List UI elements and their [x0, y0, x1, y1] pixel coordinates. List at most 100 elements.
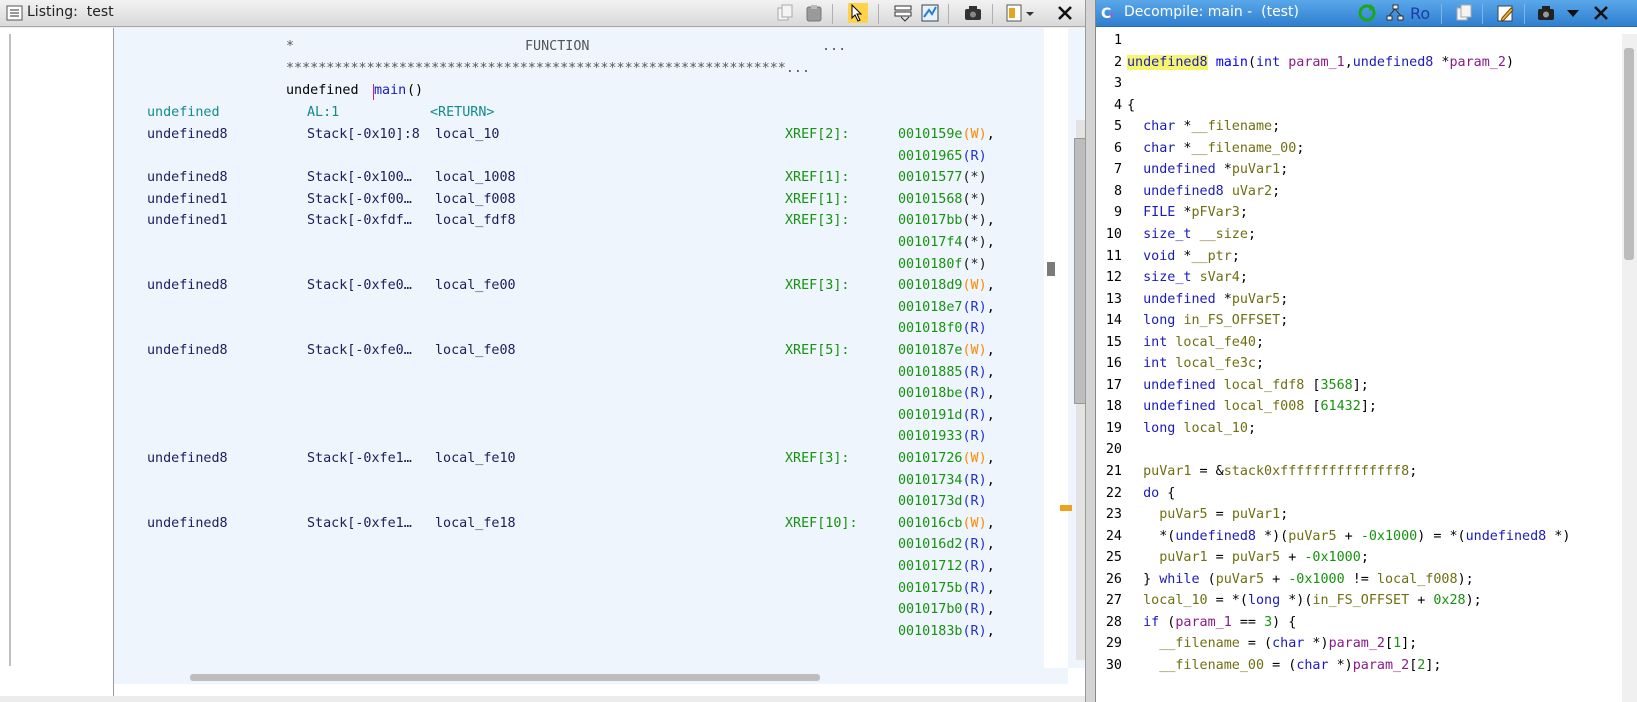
code-text[interactable]: size_t __size; — [1127, 224, 1256, 246]
code-text[interactable]: puVar5 = puVar1; — [1127, 504, 1288, 526]
function-graph-icon[interactable] — [1385, 3, 1405, 23]
xref-address[interactable]: 00101734(R), — [898, 470, 995, 492]
xref-address[interactable]: 001018be(R), — [898, 383, 995, 405]
code-text[interactable]: void *__ptr; — [1127, 246, 1240, 268]
code-text[interactable]: } while (puVar5 + -0x1000 != local_f008)… — [1127, 569, 1474, 591]
xref-continuation-row[interactable]: 00101933(R) — [114, 426, 1044, 448]
code-text[interactable]: local_10 = *(long *)(in_FS_OFFSET + 0x28… — [1127, 590, 1482, 612]
layout-options-icon[interactable] — [1005, 3, 1025, 23]
code-text[interactable]: char *__filename; — [1127, 116, 1280, 138]
code-line[interactable]: 6 char *__filename_00; — [1096, 138, 1637, 160]
code-text[interactable]: *(undefined8 *)(puVar5 + -0x1000) = *(un… — [1127, 526, 1570, 548]
xref-label[interactable]: XREF[3]: — [785, 210, 850, 232]
xref-continuation-row[interactable]: 00101885(R), — [114, 362, 1044, 384]
close-icon[interactable] — [1055, 3, 1075, 23]
code-text[interactable]: undefined *puVar5; — [1127, 289, 1288, 311]
code-line[interactable]: 14 long in_FS_OFFSET; — [1096, 310, 1637, 332]
code-text[interactable]: int local_fe40; — [1127, 332, 1264, 354]
snapshot-camera-icon[interactable] — [1536, 3, 1556, 23]
decompile-vscroll-thumb[interactable] — [1624, 48, 1634, 260]
code-line[interactable]: 10 size_t __size; — [1096, 224, 1637, 246]
xref-label[interactable]: XREF[1]: — [785, 189, 850, 211]
code-text[interactable]: long in_FS_OFFSET; — [1127, 310, 1288, 332]
code-text[interactable]: FILE *pFVar3; — [1127, 202, 1248, 224]
xref-address[interactable]: 001018f0(R) — [898, 318, 987, 340]
xref-address[interactable]: 0010183b(R), — [898, 621, 995, 643]
xref-continuation-row[interactable]: 001018f0(R) — [114, 318, 1044, 340]
xref-continuation-row[interactable]: 00101734(R), — [114, 470, 1044, 492]
code-line[interactable]: 25 puVar1 = puVar5 + -0x1000; — [1096, 547, 1637, 569]
code-line[interactable]: 17 undefined local_fdf8 [3568]; — [1096, 375, 1637, 397]
xref-continuation-row[interactable]: 001016d2(R), — [114, 534, 1044, 556]
code-line[interactable]: 8 undefined8 uVar2; — [1096, 181, 1637, 203]
xref-address[interactable]: 00101965(R) — [898, 146, 987, 168]
code-line[interactable]: 16 int local_fe3c; — [1096, 353, 1637, 375]
xref-label[interactable]: XREF[5]: — [785, 340, 850, 362]
code-line[interactable]: 3 — [1096, 73, 1637, 95]
xref-address[interactable]: 001017b0(R), — [898, 599, 995, 621]
chevron-down-icon[interactable] — [1566, 3, 1580, 23]
chevron-down-icon[interactable] — [1025, 3, 1035, 23]
variable-row[interactable]: undefined8 Stack[-0xfe0… local_fe08 XREF[5]… — [114, 340, 1044, 362]
xref-address[interactable]: 001017f4(*), — [898, 232, 995, 254]
code-line[interactable]: 30 __filename_00 = (char *)param_2[2]; — [1096, 655, 1637, 677]
code-text[interactable]: undefined local_fdf8 [3568]; — [1127, 375, 1369, 397]
xref-continuation-row[interactable]: 0010173d(R) — [114, 491, 1044, 513]
code-line[interactable]: 26 } while (puVar5 + -0x1000 != local_f0… — [1096, 569, 1637, 591]
code-line[interactable]: 9 FILE *pFVar3; — [1096, 202, 1637, 224]
variable-row[interactable]: undefined1 Stack[-0xf00… local_f008 XREF[1]… — [114, 189, 1044, 211]
xref-continuation-row[interactable]: 00101965(R) — [114, 146, 1044, 168]
xref-continuation-row[interactable]: 0010175b(R), — [114, 578, 1044, 600]
listing-hscroll-thumb[interactable] — [190, 674, 820, 681]
code-text[interactable]: { — [1127, 95, 1135, 117]
code-text[interactable]: puVar1 = puVar5 + -0x1000; — [1127, 547, 1369, 569]
xref-address[interactable]: 00101712(R), — [898, 556, 995, 578]
code-text[interactable]: puVar1 = &stack0xfffffffffffffff8; — [1127, 461, 1417, 483]
xref-address[interactable]: 0010173d(R) — [898, 491, 987, 513]
variable-row[interactable]: undefined8 Stack[-0x100… local_1008 XREF[1]… — [114, 167, 1044, 189]
edit-fields-icon[interactable] — [893, 3, 913, 23]
xref-address[interactable]: 0010180f(*) — [898, 254, 987, 276]
code-line[interactable]: 23 puVar5 = puVar1; — [1096, 504, 1637, 526]
code-text[interactable]: int local_fe3c; — [1127, 353, 1264, 375]
xref-continuation-row[interactable]: 001018e7(R), — [114, 297, 1044, 319]
code-text[interactable]: __filename = (char *)param_2[1]; — [1127, 633, 1417, 655]
code-line[interactable]: 29 __filename = (char *)param_2[1]; — [1096, 633, 1637, 655]
xref-address[interactable]: 00101577(*) — [898, 167, 987, 189]
xref-address[interactable]: 0010175b(R), — [898, 578, 995, 600]
xref-continuation-row[interactable]: 0010183b(R), — [114, 621, 1044, 643]
xref-label[interactable]: XREF[3]: — [785, 448, 850, 470]
signature-function-name[interactable]: main — [374, 80, 406, 102]
copy-icon[interactable] — [775, 3, 795, 23]
code-line[interactable]: 2 undefined8 main(int param_1,undefined8 … — [1096, 52, 1637, 74]
listing-content[interactable]: * FUNCTION ... *************************… — [114, 28, 1044, 668]
code-line[interactable]: 27 local_10 = *(long *)(in_FS_OFFSET + 0… — [1096, 590, 1637, 612]
xref-continuation-row[interactable]: 001017b0(R), — [114, 599, 1044, 621]
refresh-icon[interactable] — [1357, 3, 1377, 23]
code-text[interactable]: __filename_00 = (char *)param_2[2]; — [1127, 655, 1441, 677]
code-line[interactable]: 11 void *__ptr; — [1096, 246, 1637, 268]
xref-address[interactable]: 0010191d(R), — [898, 405, 995, 427]
xref-continuation-row[interactable]: 001017f4(*), — [114, 232, 1044, 254]
code-text[interactable]: undefined8 main(int param_1,undefined8 *… — [1127, 52, 1514, 74]
close-icon[interactable] — [1591, 3, 1611, 23]
xref-address[interactable]: 001018e7(R), — [898, 297, 995, 319]
variable-row[interactable]: undefined8 Stack[-0xfe0… local_fe00 XREF[3]… — [114, 275, 1044, 297]
code-line[interactable]: 18 undefined local_f008 [61432]; — [1096, 396, 1637, 418]
code-line[interactable]: 21 puVar1 = &stack0xfffffffffffffff8; — [1096, 461, 1637, 483]
cursor-select-icon[interactable] — [848, 3, 868, 23]
code-text[interactable]: if (param_1 == 3) { — [1127, 612, 1296, 634]
copy-icon[interactable] — [1454, 3, 1474, 23]
code-text[interactable]: char *__filename_00; — [1127, 138, 1304, 160]
code-text[interactable]: size_t sVar4; — [1127, 267, 1248, 289]
listing-view[interactable]: * FUNCTION ... *************************… — [0, 28, 1085, 696]
code-line[interactable]: 13 undefined *puVar5; — [1096, 289, 1637, 311]
diff-view-icon[interactable] — [920, 3, 940, 23]
paste-icon[interactable] — [804, 3, 824, 23]
code-line[interactable]: 28 if (param_1 == 3) { — [1096, 612, 1637, 634]
code-text[interactable]: do { — [1127, 483, 1175, 505]
code-text[interactable]: undefined local_f008 [61432]; — [1127, 396, 1377, 418]
code-line[interactable]: 4{ — [1096, 95, 1637, 117]
edit-signature-icon[interactable] — [1496, 3, 1516, 23]
code-line[interactable]: 1 — [1096, 30, 1637, 52]
